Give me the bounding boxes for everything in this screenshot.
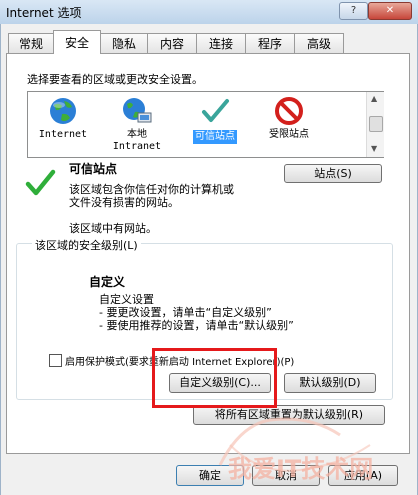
scroll-up-icon[interactable]: ▲ [371, 94, 377, 103]
zone-restricted-sites[interactable]: 受限站点 [258, 96, 320, 141]
security-level-line-3: - 要使用推荐的设置，请单击“默认级别” [99, 319, 294, 332]
cancel-button[interactable]: 取消 [252, 465, 320, 486]
ok-button[interactable]: 确定 [176, 465, 244, 486]
security-level-group-title: 该区域的安全级别(L) [32, 237, 141, 253]
tab-general[interactable]: 常规 [8, 33, 54, 53]
help-button[interactable]: ? [339, 2, 368, 20]
intranet-globe-icon [123, 98, 152, 123]
zone-instruction: 选择要查看的区域或更改安全设置。 [27, 73, 203, 86]
tab-advanced[interactable]: 高级 [294, 33, 344, 53]
zone-restricted-sites-label: 受限站点 [269, 129, 309, 140]
sites-button[interactable]: 站点(S) [284, 164, 382, 183]
selected-zone-site-status: 该区域中有网站。 [69, 222, 157, 235]
protected-mode-checkbox[interactable] [49, 354, 62, 367]
trusted-sites-large-checkmark-icon [25, 169, 56, 196]
tab-security[interactable]: 安全 [53, 30, 101, 54]
zone-trusted-sites-label: 可信站点 [193, 130, 237, 144]
highlight-annotation-box [152, 348, 277, 408]
zone-trusted-sites[interactable]: 可信站点 [184, 96, 246, 144]
checkmark-icon [202, 99, 229, 122]
no-entry-icon [275, 97, 303, 125]
window-title: Internet 选项 [6, 6, 82, 20]
zone-internet-label: Internet [38, 129, 88, 140]
selected-zone-description-2: 文件没有损害的网站。 [69, 196, 179, 209]
security-level-name: 自定义 [89, 275, 126, 289]
reset-all-zones-button[interactable]: 将所有区域重置为默认级别(R) [193, 405, 385, 425]
zone-list-scrollbar[interactable]: ▲ ▼ [366, 92, 384, 157]
tab-programs[interactable]: 程序 [245, 33, 295, 53]
globe-icon [50, 98, 76, 124]
title-bar: Internet 选项 ? ✕ [0, 0, 418, 24]
tab-connections[interactable]: 连接 [196, 33, 246, 53]
tab-privacy[interactable]: 隐私 [100, 33, 148, 53]
zone-internet[interactable]: Internet [32, 96, 94, 141]
scroll-down-icon[interactable]: ▼ [371, 144, 377, 153]
default-level-button[interactable]: 默认级别(D) [284, 373, 376, 393]
tab-content[interactable]: 内容 [147, 33, 197, 53]
zone-local-intranet[interactable]: 本地 Intranet [106, 96, 168, 153]
apply-button[interactable]: 应用(A) [328, 465, 398, 486]
close-button[interactable]: ✕ [368, 2, 412, 20]
selected-zone-name: 可信站点 [69, 162, 118, 176]
scroll-thumb[interactable] [369, 116, 383, 132]
zone-local-intranet-label: 本地 Intranet [112, 129, 162, 152]
